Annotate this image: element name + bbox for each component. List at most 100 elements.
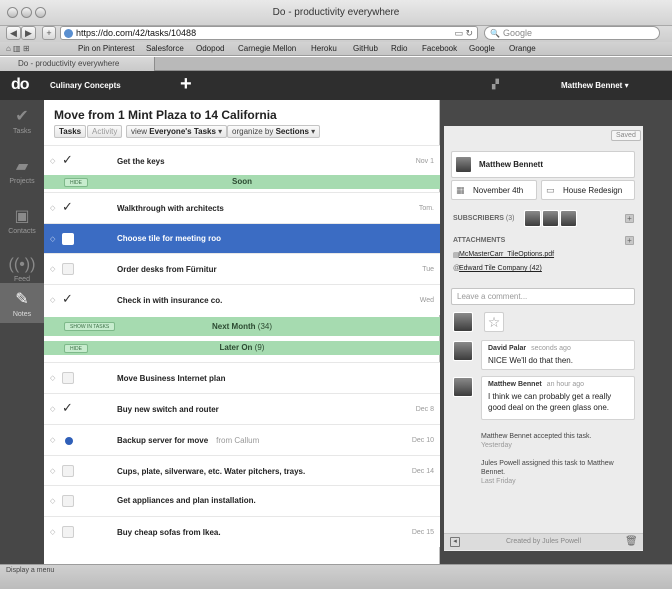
app-logo[interactable]: do	[11, 76, 30, 94]
checkbox[interactable]	[62, 263, 74, 275]
drag-handle-icon[interactable]: ◇	[50, 204, 56, 212]
commenter-avatar	[453, 377, 473, 397]
task-row[interactable]: ◇ Backup server for move from Callum Dec …	[44, 424, 440, 455]
checkbox-checked[interactable]: ✓	[62, 400, 73, 416]
folder-icon: ▭	[546, 185, 555, 195]
url-text[interactable]: https://do.com/42/tasks/10488	[76, 28, 196, 38]
drag-handle-icon[interactable]: ◇	[50, 467, 56, 475]
bookmark-item[interactable]: Odopod	[196, 44, 224, 53]
checkbox-checked[interactable]: ✓	[62, 199, 73, 215]
bookmark-item[interactable]: Google	[469, 44, 495, 53]
bookmark-item[interactable]: Heroku	[311, 44, 337, 53]
bookmark-item[interactable]: Salesforce	[146, 44, 184, 53]
task-title: Walkthrough with architects	[117, 204, 224, 213]
trash-icon[interactable]: 🗑	[625, 536, 638, 547]
bookmark-item[interactable]: GitHub	[353, 44, 378, 53]
browser-tab[interactable]: Do - productivity everywhere	[0, 57, 155, 71]
drag-handle-icon[interactable]: ◇	[50, 405, 56, 413]
notifications-icon[interactable]: ▞	[492, 79, 499, 90]
task-row[interactable]: ◇ ✓ Walkthrough with architects Tom.	[44, 192, 440, 223]
activity-time: Yesterday	[481, 442, 512, 449]
drag-handle-icon[interactable]: ◇	[50, 296, 56, 304]
drag-handle-icon[interactable]: ◇	[50, 436, 56, 444]
drag-handle-icon[interactable]: ◇	[50, 497, 56, 505]
project-field[interactable]: ▭ House Redesign	[541, 180, 635, 200]
new-tab-button[interactable]: +	[42, 26, 56, 40]
add-attachment-icon[interactable]: +	[625, 236, 634, 245]
task-title: Move Business Internet plan	[117, 374, 226, 383]
attachment-link[interactable]: McMasterCarr_TileOptions.pdf	[459, 251, 554, 258]
checkbox[interactable]	[62, 465, 74, 477]
due-date-field[interactable]: ▦ November 4th	[451, 180, 537, 200]
bookmark-item[interactable]: Rdio	[391, 44, 407, 53]
reader-reload-icons[interactable]: ▭ ↻	[454, 28, 473, 39]
drag-handle-icon[interactable]: ◇	[50, 235, 56, 243]
nav-projects[interactable]: ▰ Projects	[0, 150, 44, 200]
comment-input[interactable]: Leave a comment...	[451, 288, 635, 305]
subscriber-avatar[interactable]	[560, 210, 577, 227]
section-soon: Soon HIDE	[44, 175, 440, 189]
task-list-panel: Move from 1 Mint Plaza to 14 California …	[44, 100, 440, 564]
workspace-name[interactable]: Culinary Concepts	[50, 81, 121, 90]
checkbox-checked[interactable]: ✓	[62, 291, 73, 307]
bookmark-item[interactable]: Orange	[509, 44, 536, 53]
drag-handle-icon[interactable]: ◇	[50, 528, 56, 536]
checkbox[interactable]	[62, 372, 74, 384]
search-field[interactable]: 🔍 Google	[484, 26, 660, 40]
subscriber-avatar[interactable]	[524, 210, 541, 227]
attachments-heading: ATTACHMENTS	[453, 237, 506, 244]
checkbox[interactable]	[62, 233, 74, 245]
checkbox[interactable]	[62, 526, 74, 538]
comment-text: I think we can probably get a really goo…	[488, 392, 612, 412]
add-subscriber-icon[interactable]: +	[625, 214, 634, 223]
assignee-name: Matthew Bennett	[479, 160, 543, 169]
user-name: Matthew Bennet	[561, 81, 623, 90]
comment-text: NICE We'll do that then.	[488, 356, 573, 365]
task-row[interactable]: ◇ Buy cheap sofas from Ikea. Dec 15	[44, 516, 440, 547]
bookmark-item[interactable]: Facebook	[422, 44, 457, 53]
nav-notes[interactable]: ✎ Notes	[0, 283, 44, 323]
tab-tasks[interactable]: Tasks	[54, 125, 87, 138]
task-row-selected[interactable]: ◇ Choose tile for meeting roo	[44, 223, 440, 253]
drag-handle-icon[interactable]: ◇	[50, 374, 56, 382]
section-count: (34)	[257, 322, 273, 331]
search-placeholder: Google	[503, 28, 533, 38]
window-title: Do - productivity everywhere	[272, 7, 400, 18]
task-row[interactable]: ◇ ✓ Buy new switch and router Dec 8	[44, 393, 440, 424]
show-in-tasks-button[interactable]: SHOW IN TASKS	[64, 322, 116, 331]
user-menu[interactable]: Matthew Bennet ▾	[561, 81, 629, 90]
nav-tasks[interactable]: ✔ Tasks	[0, 100, 44, 150]
hide-section-button[interactable]: HIDE	[64, 178, 88, 187]
task-row[interactable]: ◇ ✓ Get the keys Nov 1	[44, 145, 440, 175]
drag-handle-icon[interactable]: ◇	[50, 265, 56, 273]
assignee-field[interactable]: Matthew Bennett	[451, 151, 635, 178]
task-title-editing[interactable]: Choose tile for meeting roo	[117, 234, 221, 243]
hide-section-button[interactable]: HIDE	[64, 344, 88, 353]
back-button[interactable]: ◀	[6, 26, 21, 40]
bookmark-item[interactable]: Carnegie Mellon	[238, 44, 296, 53]
task-row[interactable]: ◇ ✓ Check in with insurance co. Wed	[44, 284, 440, 315]
nav-contacts[interactable]: ▣ Contacts	[0, 200, 44, 250]
view-filter-dropdown[interactable]: view Everyone's Tasks ▾	[126, 125, 228, 138]
forward-button[interactable]: ▶	[21, 26, 36, 40]
star-icon[interactable]: ☆	[484, 312, 504, 332]
view-value: Everyone's Tasks	[149, 127, 216, 136]
task-date: Dec 15	[411, 529, 434, 536]
browser-toolbar: ◀ ▶ + https://do.com/42/tasks/10488 ▭ ↻ …	[0, 26, 672, 42]
task-row[interactable]: ◇ Move Business Internet plan	[44, 362, 440, 393]
task-row[interactable]: ◇ Get appliances and plan installation.	[44, 485, 440, 516]
subscriber-avatar[interactable]	[542, 210, 559, 227]
tab-activity[interactable]: Activity	[87, 125, 123, 138]
attachment-link[interactable]: Edward Tile Company (42)	[459, 265, 542, 272]
bookmarks-icons[interactable]: ⌂ ▥ ⊞	[6, 44, 30, 53]
checkbox[interactable]	[62, 495, 74, 507]
nav-label: Projects	[9, 178, 35, 185]
task-row[interactable]: ◇ Order desks from Fürnitur Tue	[44, 253, 440, 284]
bookmark-item[interactable]: Pin on Pinterest	[78, 44, 134, 53]
task-row[interactable]: ◇ Cups, plate, silverware, etc. Water pi…	[44, 455, 440, 485]
organize-dropdown[interactable]: organize by Sections ▾	[227, 125, 321, 138]
add-icon[interactable]: +	[180, 73, 192, 96]
drag-handle-icon[interactable]: ◇	[50, 157, 56, 165]
address-bar[interactable]: https://do.com/42/tasks/10488 ▭ ↻	[60, 26, 478, 40]
checkbox-checked[interactable]: ✓	[62, 152, 73, 168]
